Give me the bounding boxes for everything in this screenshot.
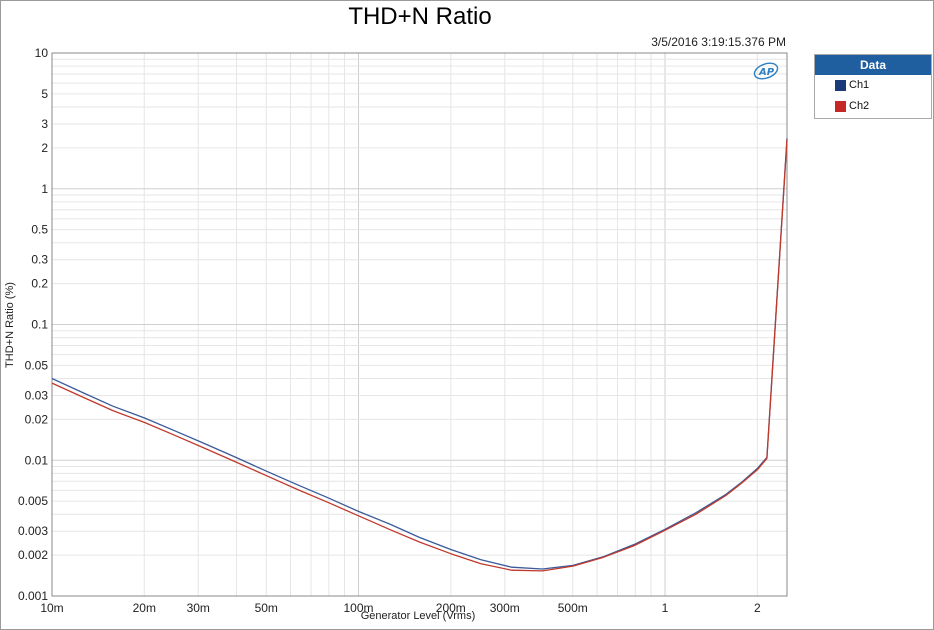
y-axis-label: THD+N Ratio (%): [4, 282, 16, 368]
legend-swatch-ch1: [835, 80, 846, 91]
legend-item-ch1[interactable]: Ch1: [815, 75, 931, 96]
y-tick-label: 0.03: [25, 388, 49, 402]
x-tick-label: 500m: [558, 601, 588, 615]
y-tick-label: 0.003: [18, 524, 48, 538]
ap-logo-icon: AP: [753, 62, 779, 80]
legend-label-ch1: Ch1: [849, 79, 870, 91]
x-tick-label: 1: [662, 601, 669, 615]
y-tick-label: 0.5: [31, 223, 48, 237]
y-tick-label: 0.002: [18, 548, 48, 562]
series-line-ch1: [51, 138, 788, 570]
y-tick-label: 0.02: [25, 412, 49, 426]
x-tick-label: 50m: [255, 601, 278, 615]
y-tick-label: 2: [41, 141, 48, 155]
grid: [51, 52, 787, 597]
y-tick-label: 0.05: [25, 358, 49, 372]
legend-swatch-ch2: [835, 101, 846, 112]
y-tick-label: 0.1: [31, 318, 48, 332]
legend-item-ch2[interactable]: Ch2: [815, 96, 931, 117]
y-tick-label: 3: [41, 117, 48, 131]
svg-text:AP: AP: [758, 67, 775, 78]
y-tick-label: 1: [41, 182, 48, 196]
x-tick-label: 20m: [133, 601, 156, 615]
y-tick-label: 0.01: [25, 453, 49, 467]
legend-title: Data: [815, 55, 931, 75]
x-axis-label: Generator Level (Vrms): [360, 610, 476, 622]
y-tick-label: 0.2: [31, 277, 48, 291]
y-tick-labels: 10 5 3 2 1 0.5 0.3 0.2 0.1 0.05 0.03 0.02 0.01 0.005 0…: [18, 46, 48, 603]
y-tick-label: 0.3: [31, 253, 48, 267]
y-tick-label: 0.005: [18, 494, 48, 508]
x-tick-label: 10m: [40, 601, 63, 615]
plot-area: 10 5 3 2 1 0.5 0.3 0.2 0.1 0.05 0.03 0.02 0.01 0.005 0…: [18, 46, 788, 615]
y-tick-label: 10: [35, 46, 49, 60]
legend: Data Ch1 Ch2: [814, 54, 932, 119]
legend-label-ch2: Ch2: [849, 100, 870, 112]
x-tick-label: 2: [754, 601, 761, 615]
series-line-ch2: [51, 139, 788, 572]
x-tick-label: 30m: [187, 601, 210, 615]
x-tick-label: 300m: [490, 601, 520, 615]
y-tick-label: 5: [41, 87, 48, 101]
